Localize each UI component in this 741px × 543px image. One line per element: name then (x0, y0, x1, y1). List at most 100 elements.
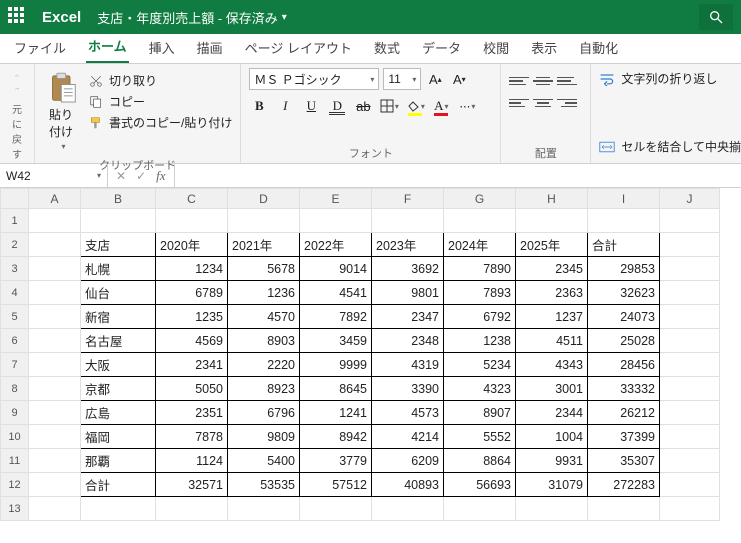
cell-A11[interactable] (29, 449, 81, 473)
tab-表示[interactable]: 表示 (529, 32, 559, 63)
column-header-J[interactable]: J (660, 189, 720, 209)
cell-B4[interactable]: 仙台 (81, 281, 156, 305)
column-header-B[interactable]: B (81, 189, 156, 209)
cut-button[interactable]: 切り取り (89, 72, 232, 89)
cell-E10[interactable]: 8942 (300, 425, 372, 449)
cell-F13[interactable] (372, 497, 444, 521)
cell-B6[interactable]: 名古屋 (81, 329, 156, 353)
cell-G8[interactable]: 4323 (444, 377, 516, 401)
cell-F1[interactable] (372, 209, 444, 233)
row-header-3[interactable]: 3 (1, 257, 29, 281)
row-header-11[interactable]: 11 (1, 449, 29, 473)
tab-挿入[interactable]: 挿入 (147, 32, 177, 63)
cell-D12[interactable]: 53535 (228, 473, 300, 497)
enter-icon[interactable]: ✓ (136, 169, 146, 183)
cell-C1[interactable] (156, 209, 228, 233)
cell-D1[interactable] (228, 209, 300, 233)
cell-A9[interactable] (29, 401, 81, 425)
align-left-button[interactable] (509, 94, 529, 112)
cell-I6[interactable]: 25028 (588, 329, 660, 353)
cell-A10[interactable] (29, 425, 81, 449)
align-middle-button[interactable] (533, 72, 553, 90)
cell-C9[interactable]: 2351 (156, 401, 228, 425)
cell-D3[interactable]: 5678 (228, 257, 300, 281)
decrease-font-icon[interactable]: A▾ (449, 69, 469, 89)
cell-F5[interactable]: 2347 (372, 305, 444, 329)
cell-D8[interactable]: 8923 (228, 377, 300, 401)
cell-H6[interactable]: 4511 (516, 329, 588, 353)
cell-B5[interactable]: 新宿 (81, 305, 156, 329)
cell-G7[interactable]: 5234 (444, 353, 516, 377)
cell-F9[interactable]: 4573 (372, 401, 444, 425)
font-color-button[interactable]: A▾ (431, 96, 451, 116)
cell-H1[interactable] (516, 209, 588, 233)
cell-A4[interactable] (29, 281, 81, 305)
cell-E12[interactable]: 57512 (300, 473, 372, 497)
cell-J5[interactable] (660, 305, 720, 329)
cell-H10[interactable]: 1004 (516, 425, 588, 449)
cell-F3[interactable]: 3692 (372, 257, 444, 281)
cell-F7[interactable]: 4319 (372, 353, 444, 377)
merge-center-button[interactable]: セルを結合して中央揃え (599, 138, 741, 155)
font-name-select[interactable]: ＭＳ Ｐゴシック▾ (249, 68, 379, 90)
bold-button[interactable]: B (249, 96, 269, 116)
cell-I11[interactable]: 35307 (588, 449, 660, 473)
cell-J13[interactable] (660, 497, 720, 521)
cell-B10[interactable]: 福岡 (81, 425, 156, 449)
cell-D11[interactable]: 5400 (228, 449, 300, 473)
tab-ホーム[interactable]: ホーム (86, 30, 129, 63)
cell-E1[interactable] (300, 209, 372, 233)
cell-G1[interactable] (444, 209, 516, 233)
cell-E3[interactable]: 9014 (300, 257, 372, 281)
cell-J8[interactable] (660, 377, 720, 401)
cell-E8[interactable]: 8645 (300, 377, 372, 401)
row-header-2[interactable]: 2 (1, 233, 29, 257)
cell-D2[interactable]: 2021年 (228, 233, 300, 257)
cell-H12[interactable]: 31079 (516, 473, 588, 497)
cancel-icon[interactable]: ✕ (116, 169, 126, 183)
tab-自動化[interactable]: 自動化 (577, 32, 620, 63)
cell-H13[interactable] (516, 497, 588, 521)
search-button[interactable] (699, 4, 733, 30)
cell-B1[interactable] (81, 209, 156, 233)
cell-D13[interactable] (228, 497, 300, 521)
cell-E4[interactable]: 4541 (300, 281, 372, 305)
cell-E7[interactable]: 9999 (300, 353, 372, 377)
cell-C8[interactable]: 5050 (156, 377, 228, 401)
cell-A12[interactable] (29, 473, 81, 497)
row-header-6[interactable]: 6 (1, 329, 29, 353)
tab-校閲[interactable]: 校閲 (481, 32, 511, 63)
row-header-1[interactable]: 1 (1, 209, 29, 233)
cell-B11[interactable]: 那覇 (81, 449, 156, 473)
column-header-I[interactable]: I (588, 189, 660, 209)
cell-C2[interactable]: 2020年 (156, 233, 228, 257)
cell-A7[interactable] (29, 353, 81, 377)
cell-I12[interactable]: 272283 (588, 473, 660, 497)
cell-G4[interactable]: 7893 (444, 281, 516, 305)
cell-D6[interactable]: 8903 (228, 329, 300, 353)
cell-B8[interactable]: 京都 (81, 377, 156, 401)
cell-G6[interactable]: 1238 (444, 329, 516, 353)
wrap-text-button[interactable]: 文字列の折り返し (599, 70, 741, 87)
column-header-H[interactable]: H (516, 189, 588, 209)
column-header-A[interactable]: A (29, 189, 81, 209)
cell-A5[interactable] (29, 305, 81, 329)
cell-A3[interactable] (29, 257, 81, 281)
cell-D5[interactable]: 4570 (228, 305, 300, 329)
increase-font-icon[interactable]: A▴ (425, 69, 445, 89)
cell-I3[interactable]: 29853 (588, 257, 660, 281)
column-header-F[interactable]: F (372, 189, 444, 209)
double-underline-button[interactable]: D (327, 96, 347, 116)
tab-描画[interactable]: 描画 (195, 32, 225, 63)
cell-G5[interactable]: 6792 (444, 305, 516, 329)
cell-C5[interactable]: 1235 (156, 305, 228, 329)
cell-J3[interactable] (660, 257, 720, 281)
row-header-10[interactable]: 10 (1, 425, 29, 449)
cell-D10[interactable]: 9809 (228, 425, 300, 449)
border-button[interactable]: ▾ (379, 96, 399, 116)
cell-B3[interactable]: 札幌 (81, 257, 156, 281)
cell-C11[interactable]: 1124 (156, 449, 228, 473)
cell-C10[interactable]: 7878 (156, 425, 228, 449)
row-header-13[interactable]: 13 (1, 497, 29, 521)
column-header-D[interactable]: D (228, 189, 300, 209)
